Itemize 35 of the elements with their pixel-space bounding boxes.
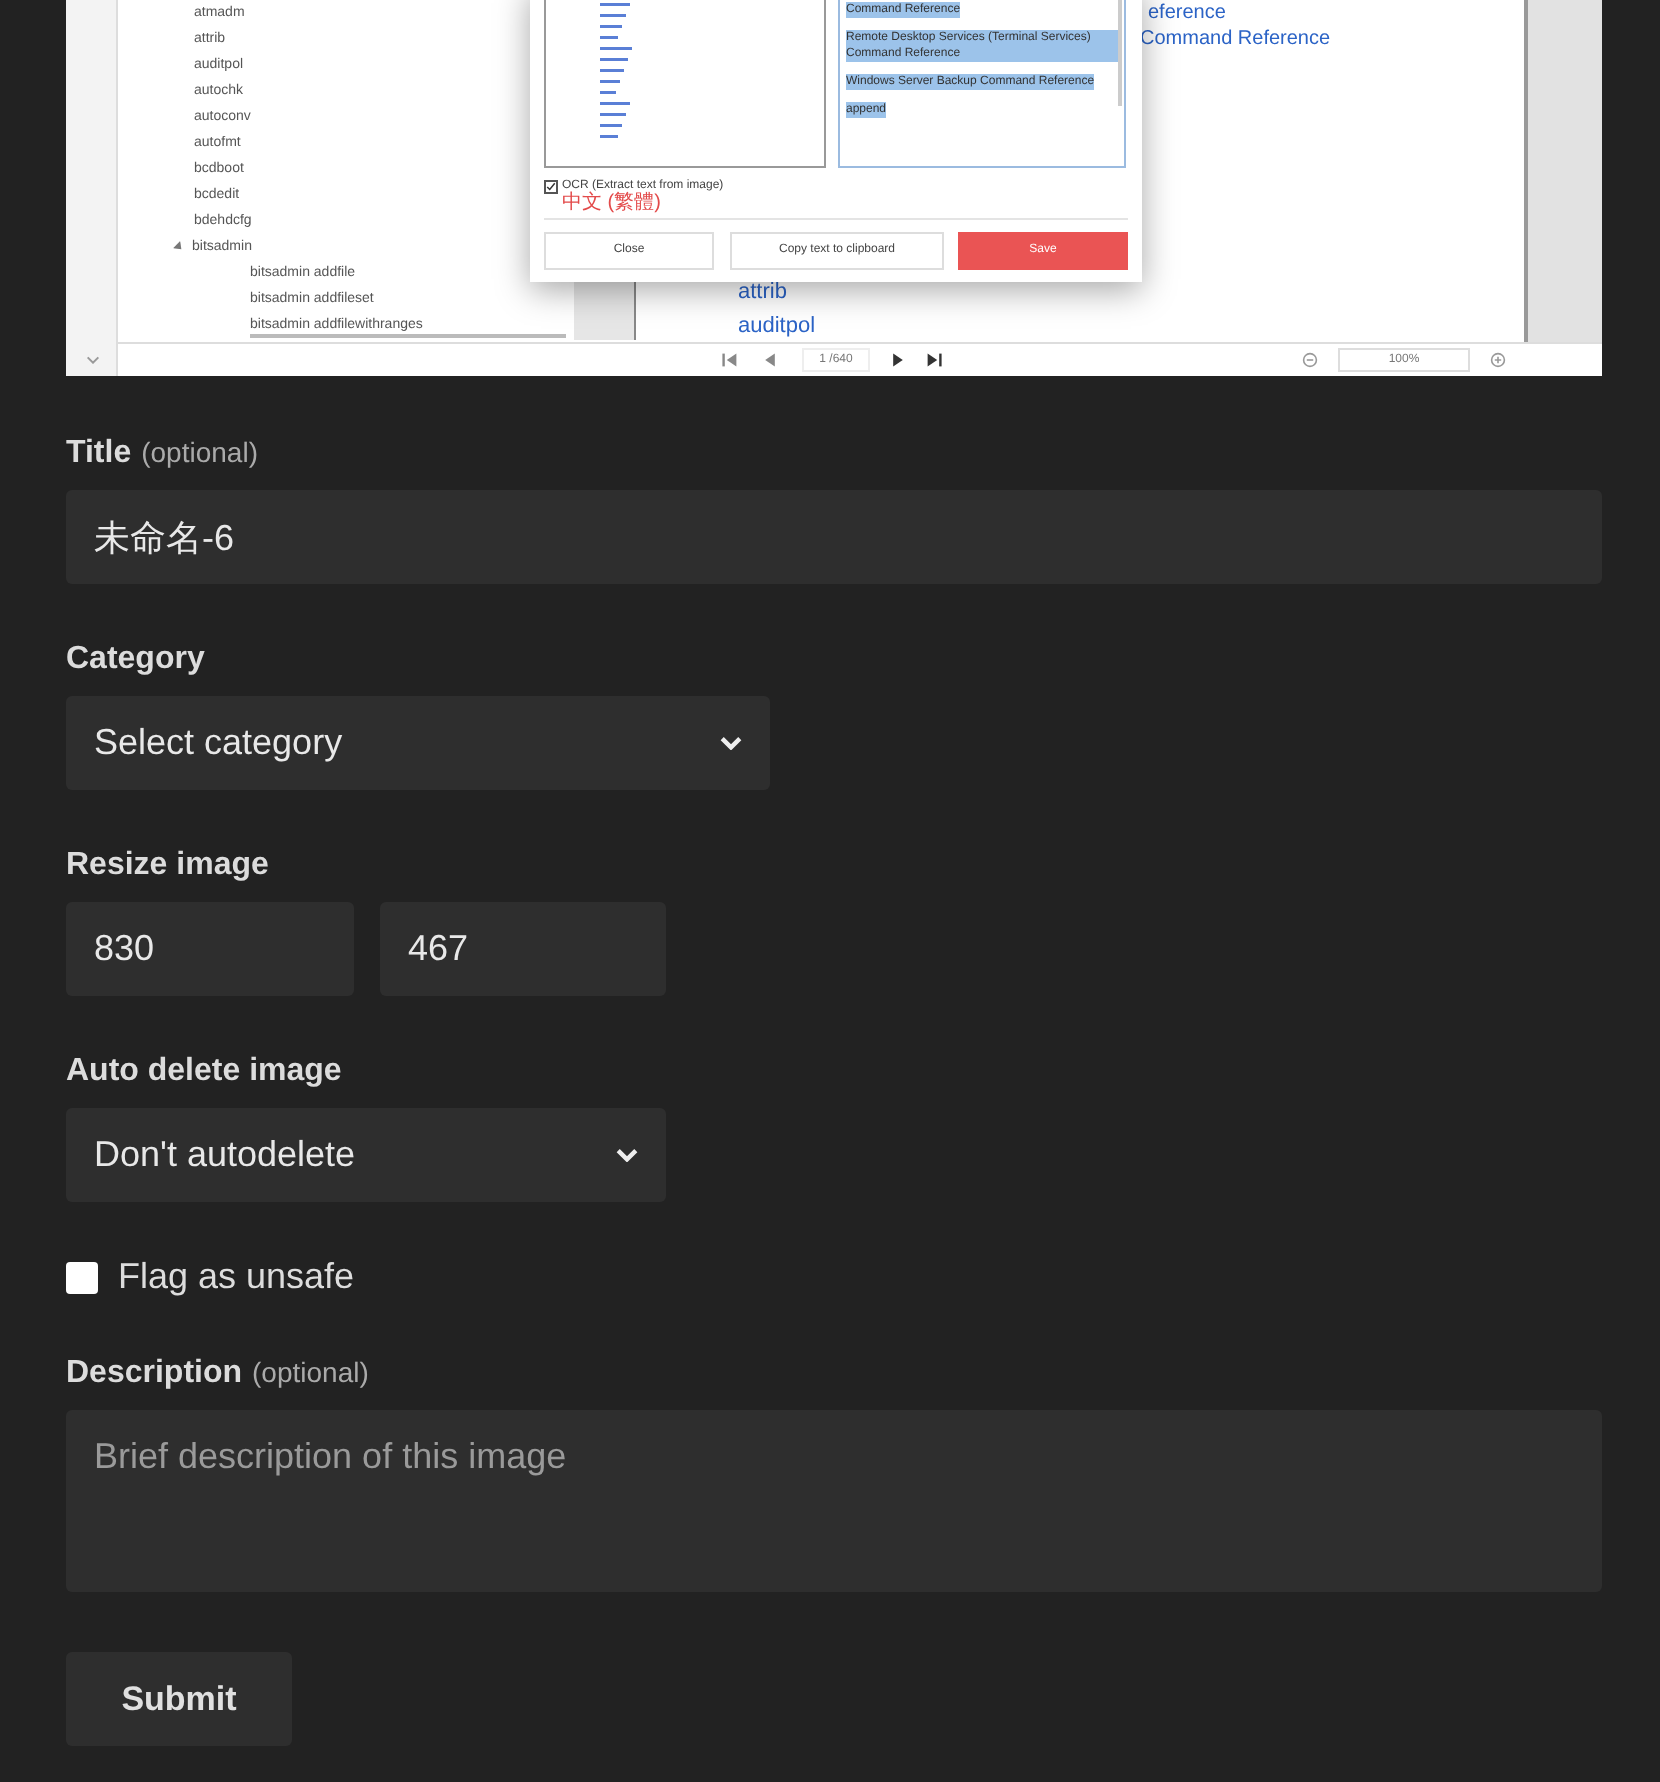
- previous-page-icon[interactable]: [762, 352, 778, 368]
- document-link[interactable]: eference: [1148, 0, 1226, 28]
- checkbox-label: Flag as unsafe: [118, 1254, 355, 1300]
- chevron-down-icon: [720, 736, 742, 750]
- first-page-icon[interactable]: [722, 352, 738, 368]
- caret-icon[interactable]: [171, 239, 187, 255]
- input-field[interactable]: 467: [380, 902, 666, 996]
- document-link[interactable]: Command Reference: [1140, 24, 1331, 54]
- field-label: Auto delete image: [66, 1052, 342, 1092]
- input-field[interactable]: 830: [66, 902, 354, 996]
- scroll-track[interactable]: [1524, 0, 1602, 342]
- document-link[interactable]: auditpol: [738, 310, 816, 343]
- hint-text: (optional): [141, 434, 258, 472]
- zoom-in-icon[interactable]: [1490, 352, 1506, 368]
- language-link[interactable]: 中文 (繁體): [562, 192, 661, 214]
- field-label: Title: [66, 434, 132, 474]
- scrollbar[interactable]: [1118, 0, 1122, 106]
- chevron-down-icon: [616, 1148, 638, 1162]
- submit-button[interactable]: Submit: [66, 1652, 292, 1746]
- zoom-out-icon[interactable]: [1302, 352, 1318, 368]
- description-field[interactable]: Brief description of this image: [66, 1410, 1602, 1592]
- field-label: Category: [66, 640, 205, 680]
- field-label: Description: [66, 1354, 243, 1394]
- document-link[interactable]: attrib: [738, 276, 787, 309]
- hint-text: (optional): [252, 1354, 369, 1392]
- select-field[interactable]: Select category: [66, 696, 770, 790]
- input-field[interactable]: 未命名-6: [66, 490, 1602, 584]
- last-page-icon[interactable]: [926, 352, 942, 368]
- next-page-icon[interactable]: [890, 352, 906, 368]
- field-label: Resize image: [66, 846, 269, 886]
- chevron-icon[interactable]: [86, 356, 100, 364]
- checkbox[interactable]: [66, 1261, 98, 1293]
- scrollbar[interactable]: [250, 334, 566, 338]
- select-field[interactable]: Don't autodelete: [66, 1108, 666, 1202]
- ocr-checkbox[interactable]: [544, 180, 558, 194]
